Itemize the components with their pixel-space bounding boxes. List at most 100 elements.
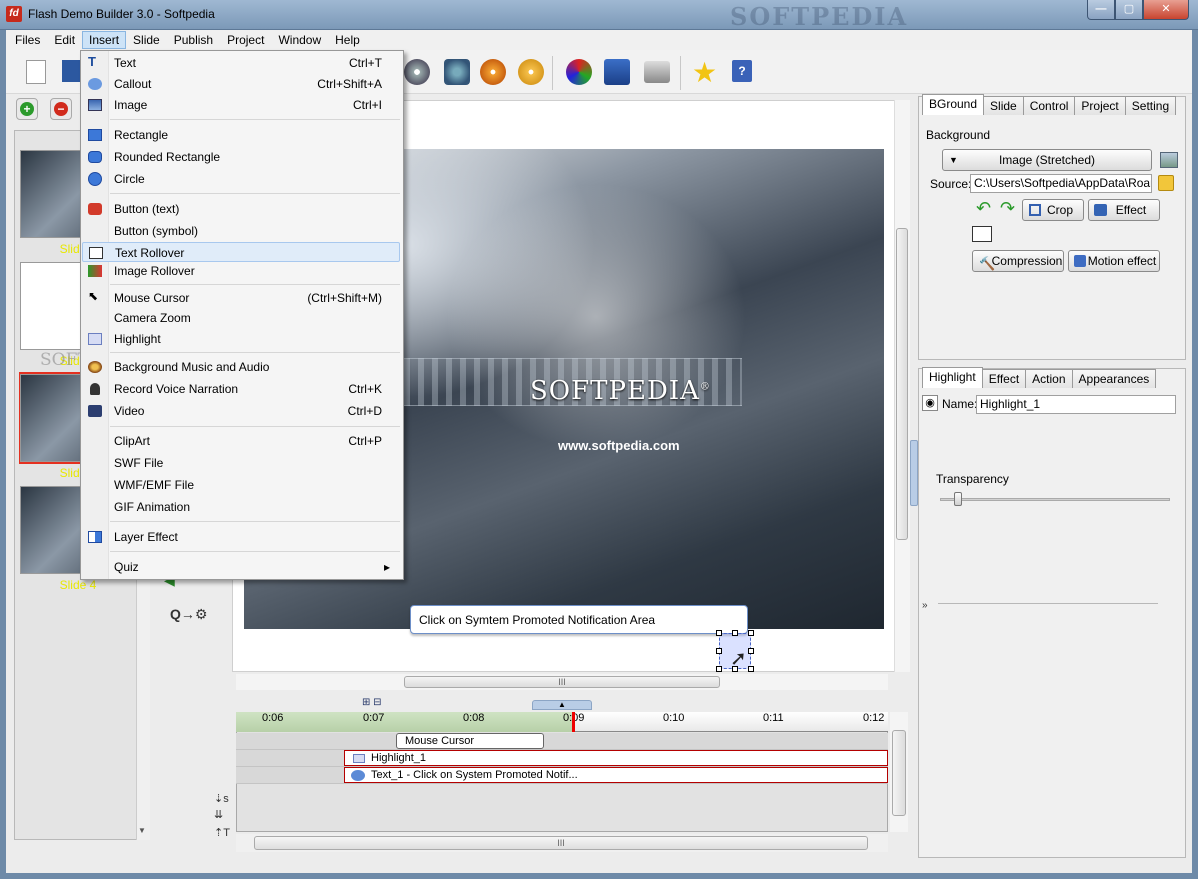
quiz-settings-icon[interactable]: Q→⚙ bbox=[170, 606, 207, 623]
resize-handle[interactable] bbox=[716, 630, 722, 636]
compression-button[interactable]: 🔨 Compression bbox=[972, 250, 1064, 272]
canvas-vertical-scroll-thumb[interactable] bbox=[896, 228, 908, 540]
menu-separator bbox=[110, 119, 400, 120]
tab-action[interactable]: Action bbox=[1025, 369, 1073, 388]
snap-top-icon[interactable]: ⇡T bbox=[214, 826, 230, 839]
menu-edit[interactable]: Edit bbox=[47, 31, 82, 49]
menu-item-rounded-rectangle[interactable]: Rounded Rectangle bbox=[82, 147, 400, 167]
menu-publish[interactable]: Publish bbox=[167, 31, 220, 49]
printer-icon[interactable] bbox=[644, 61, 670, 83]
source-path-field[interactable]: C:\Users\Softpedia\AppData\Roami bbox=[970, 174, 1152, 193]
disc-icon[interactable] bbox=[404, 59, 430, 85]
new-file-icon[interactable] bbox=[26, 60, 46, 84]
resize-handle[interactable] bbox=[716, 666, 722, 672]
background-mode-select[interactable]: ▼ Image (Stretched) bbox=[942, 149, 1152, 171]
scroll-down-arrow-icon[interactable]: ▼ bbox=[138, 826, 146, 835]
resize-handle[interactable] bbox=[748, 666, 754, 672]
menu-item-text-rollover[interactable]: Text Rollover bbox=[82, 242, 400, 262]
menu-insert[interactable]: Insert bbox=[82, 31, 127, 49]
menu-item-text[interactable]: T Text Ctrl+T bbox=[82, 53, 400, 73]
tab-highlight[interactable]: Highlight bbox=[922, 367, 983, 388]
menu-item-image-rollover[interactable]: Image Rollover bbox=[82, 261, 400, 281]
menu-item-quiz[interactable]: Quiz ▸ bbox=[82, 557, 400, 577]
motion-effect-button[interactable]: Motion effect bbox=[1068, 250, 1160, 272]
effect-button[interactable]: Effect bbox=[1088, 199, 1160, 221]
align-icon[interactable]: ⊞ ⊟ bbox=[362, 697, 382, 708]
web-publish-icon[interactable] bbox=[566, 59, 592, 85]
undo-icon[interactable]: ↶ bbox=[976, 198, 991, 219]
menu-item-camera-zoom[interactable]: Camera Zoom bbox=[82, 308, 400, 328]
transparency-label: Transparency bbox=[936, 472, 1009, 486]
menu-item-clipart[interactable]: ClipArt Ctrl+P bbox=[82, 431, 400, 451]
resize-handle[interactable] bbox=[732, 630, 738, 636]
menu-help[interactable]: Help bbox=[328, 31, 367, 49]
transparency-slider-thumb[interactable] bbox=[954, 492, 963, 506]
save-icon[interactable] bbox=[62, 60, 80, 82]
menu-item-record-voice[interactable]: Record Voice Narration Ctrl+K bbox=[82, 379, 400, 399]
burn-icon[interactable] bbox=[480, 59, 506, 85]
menu-files[interactable]: Files bbox=[8, 31, 47, 49]
timeline-collapse-button[interactable]: ▲ bbox=[532, 700, 592, 710]
timeline-item-highlight[interactable]: Highlight_1 bbox=[344, 750, 888, 766]
menu-slide[interactable]: Slide bbox=[126, 31, 167, 49]
maximize-button[interactable]: ▢ bbox=[1115, 0, 1143, 20]
timeline-item-text[interactable]: Text_1 - Click on System Promoted Notif.… bbox=[344, 767, 888, 783]
help-icon[interactable]: ? bbox=[732, 60, 752, 82]
redo-icon[interactable]: ↷ bbox=[1000, 198, 1015, 219]
browse-image-icon[interactable] bbox=[1160, 152, 1178, 168]
timeline-tick: 0:12 bbox=[863, 712, 885, 724]
tab-slide[interactable]: Slide bbox=[983, 96, 1024, 115]
menu-item-layer-effect[interactable]: Layer Effect bbox=[82, 527, 400, 547]
timeline-item-mouse-cursor[interactable]: Mouse Cursor bbox=[396, 733, 544, 749]
add-slide-button[interactable]: + bbox=[16, 98, 38, 120]
menu-item-circle[interactable]: Circle bbox=[82, 169, 400, 189]
monitor-icon[interactable] bbox=[604, 59, 630, 85]
tab-project[interactable]: Project bbox=[1074, 96, 1126, 115]
tab-effect[interactable]: Effect bbox=[981, 369, 1027, 388]
menu-item-button-symbol[interactable]: Button (symbol) bbox=[82, 221, 400, 241]
app-icon[interactable]: fd bbox=[6, 6, 22, 22]
expand-icon[interactable]: » bbox=[922, 600, 928, 611]
callout-text-box[interactable]: Click on Symtem Promoted Notification Ar… bbox=[410, 605, 748, 634]
cd-icon[interactable] bbox=[518, 59, 544, 85]
menu-item-mouse-cursor[interactable]: ⬉ Mouse Cursor (Ctrl+Shift+M) bbox=[82, 288, 400, 308]
resize-handle[interactable] bbox=[716, 648, 722, 654]
menu-project[interactable]: Project bbox=[220, 31, 271, 49]
resize-handle[interactable] bbox=[748, 630, 754, 636]
snap-start-icon[interactable]: ⇣s bbox=[214, 792, 229, 805]
close-button[interactable]: ✕ bbox=[1143, 0, 1189, 20]
star-icon[interactable]: ★ bbox=[692, 56, 717, 89]
tab-appearances[interactable]: Appearances bbox=[1071, 369, 1157, 388]
menu-item-button-text[interactable]: Button (text) bbox=[82, 199, 400, 219]
menu-item-swf-file[interactable]: SWF File bbox=[82, 453, 400, 473]
menu-item-rectangle[interactable]: Rectangle bbox=[82, 125, 400, 145]
canvas-horizontal-scroll-thumb[interactable]: III bbox=[404, 676, 720, 688]
menu-item-background-music[interactable]: Background Music and Audio bbox=[82, 357, 400, 377]
timeline-vertical-scroll-thumb[interactable] bbox=[892, 730, 906, 816]
crop-button[interactable]: Crop bbox=[1022, 199, 1084, 221]
panel-splitter[interactable] bbox=[910, 440, 918, 506]
menu-item-image[interactable]: Image Ctrl+I bbox=[82, 95, 400, 115]
tab-setting[interactable]: Setting bbox=[1124, 96, 1177, 115]
menu-item-highlight[interactable]: Highlight bbox=[82, 329, 400, 349]
eye-icon[interactable]: ◉ bbox=[922, 395, 938, 411]
remove-slide-button[interactable]: − bbox=[50, 98, 72, 120]
tab-bground[interactable]: BGround bbox=[922, 94, 985, 115]
resize-handle[interactable] bbox=[748, 648, 754, 654]
menu-item-gif-animation[interactable]: GIF Animation bbox=[82, 497, 400, 517]
menu-window[interactable]: Window bbox=[271, 31, 328, 49]
menu-separator bbox=[110, 193, 400, 194]
move-down-icon[interactable]: ⇊ bbox=[214, 808, 223, 821]
folder-icon[interactable] bbox=[1158, 175, 1174, 191]
transparency-slider[interactable] bbox=[940, 498, 1170, 501]
name-field[interactable]: Highlight_1 bbox=[976, 395, 1176, 414]
minimize-button[interactable]: — bbox=[1087, 0, 1115, 20]
menu-item-wmf-emf-file[interactable]: WMF/EMF File bbox=[82, 475, 400, 495]
background-color-swatch[interactable] bbox=[972, 226, 992, 242]
tab-control[interactable]: Control bbox=[1022, 96, 1076, 115]
menu-item-callout[interactable]: Callout Ctrl+Shift+A bbox=[82, 74, 400, 94]
timeline-playhead[interactable] bbox=[572, 712, 575, 732]
user-icon[interactable] bbox=[444, 59, 470, 85]
menu-item-video[interactable]: Video Ctrl+D bbox=[82, 401, 400, 421]
timeline-horizontal-scroll-thumb[interactable]: III bbox=[254, 836, 868, 850]
